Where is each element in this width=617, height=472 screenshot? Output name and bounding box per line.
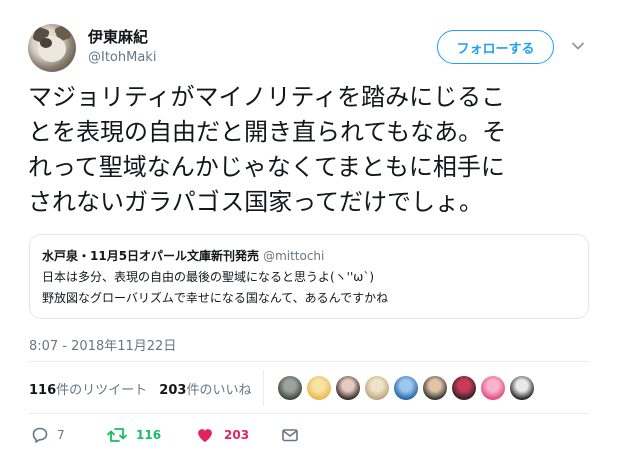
quoted-user-handle: @mittochi: [263, 249, 325, 263]
liker-avatar-8[interactable]: [481, 376, 505, 400]
liker-avatar-2[interactable]: [307, 376, 331, 400]
reply-action[interactable]: 7: [31, 426, 106, 444]
liker-avatar-5[interactable]: [394, 376, 418, 400]
quoted-tweet-line: 野放図なグローバリズムで幸せになる国なんて、あるんですかね: [42, 291, 389, 305]
tweet-line: マジョリティがマイノリティを踏みにじるこ: [28, 83, 506, 111]
liker-avatars: [278, 376, 534, 400]
liker-avatar-9[interactable]: [510, 376, 534, 400]
retweet-count: 116: [136, 428, 162, 442]
retweet-icon: [107, 428, 127, 442]
retweet-stat-label: 件のリツイート: [56, 383, 148, 398]
heart-icon: [198, 429, 212, 442]
like-stat-count: 203: [159, 383, 187, 398]
stats-separator: [263, 370, 264, 406]
liker-avatar-3[interactable]: [336, 376, 360, 400]
tweet-actions: 7 116 203: [31, 425, 299, 445]
user-handle[interactable]: @ItohMaki: [88, 50, 156, 65]
reply-count: 7: [57, 428, 65, 442]
direct-message-action[interactable]: [281, 426, 299, 444]
tweet-line: されないガラパゴス国家ってだけでしょ。: [28, 188, 484, 216]
tweet-line: とを表現の自由だと開き直られてもなあ。そ: [28, 118, 507, 146]
tweet-stats: 116件のリツイート 203件のいいね: [29, 379, 251, 398]
divider: [29, 413, 589, 414]
reply-icon: [32, 427, 48, 443]
retweet-stat[interactable]: 116件のリツイート: [29, 383, 147, 398]
follow-button-label: フォローする: [456, 41, 535, 57]
tweet-text: マジョリティがマイノリティを踏みにじるこ とを表現の自由だと開き直られてもなあ。…: [28, 80, 598, 220]
quoted-user-name: 水戸泉・11月5日オパール文庫新刊発売: [42, 249, 260, 263]
envelope-icon: [282, 429, 298, 442]
liker-avatar-7[interactable]: [452, 376, 476, 400]
tweet-timestamp[interactable]: 8:07 - 2018年11月22日: [29, 335, 176, 354]
like-stat[interactable]: 203件のいいね: [159, 383, 251, 398]
liker-avatar-6[interactable]: [423, 376, 447, 400]
liker-avatar-1[interactable]: [278, 376, 302, 400]
like-count: 203: [224, 428, 250, 442]
tweet-line: れって聖域なんかじゃなくてまともに相手に: [28, 153, 505, 181]
like-action[interactable]: 203: [196, 426, 281, 444]
retweet-stat-count: 116: [29, 383, 57, 398]
like-stat-label: 件のいいね: [186, 383, 252, 398]
quoted-tweet[interactable]: 水戸泉・11月5日オパール文庫新刊発売 @mittochi 日本は多分、表現の自由…: [29, 234, 589, 319]
quoted-tweet-line: 日本は多分、表現の自由の最後の聖域になると思うよ(ヽ''ω`): [42, 270, 375, 284]
quoted-tweet-header: 水戸泉・11月5日オパール文庫新刊発売 @mittochi: [42, 247, 324, 264]
chevron-down-icon[interactable]: [570, 38, 586, 54]
user-avatar[interactable]: [28, 24, 76, 72]
divider: [29, 361, 589, 362]
user-name[interactable]: 伊東麻紀: [88, 26, 148, 47]
follow-button[interactable]: フォローする: [437, 30, 554, 64]
liker-avatar-4[interactable]: [365, 376, 389, 400]
retweet-action[interactable]: 116: [106, 426, 196, 444]
